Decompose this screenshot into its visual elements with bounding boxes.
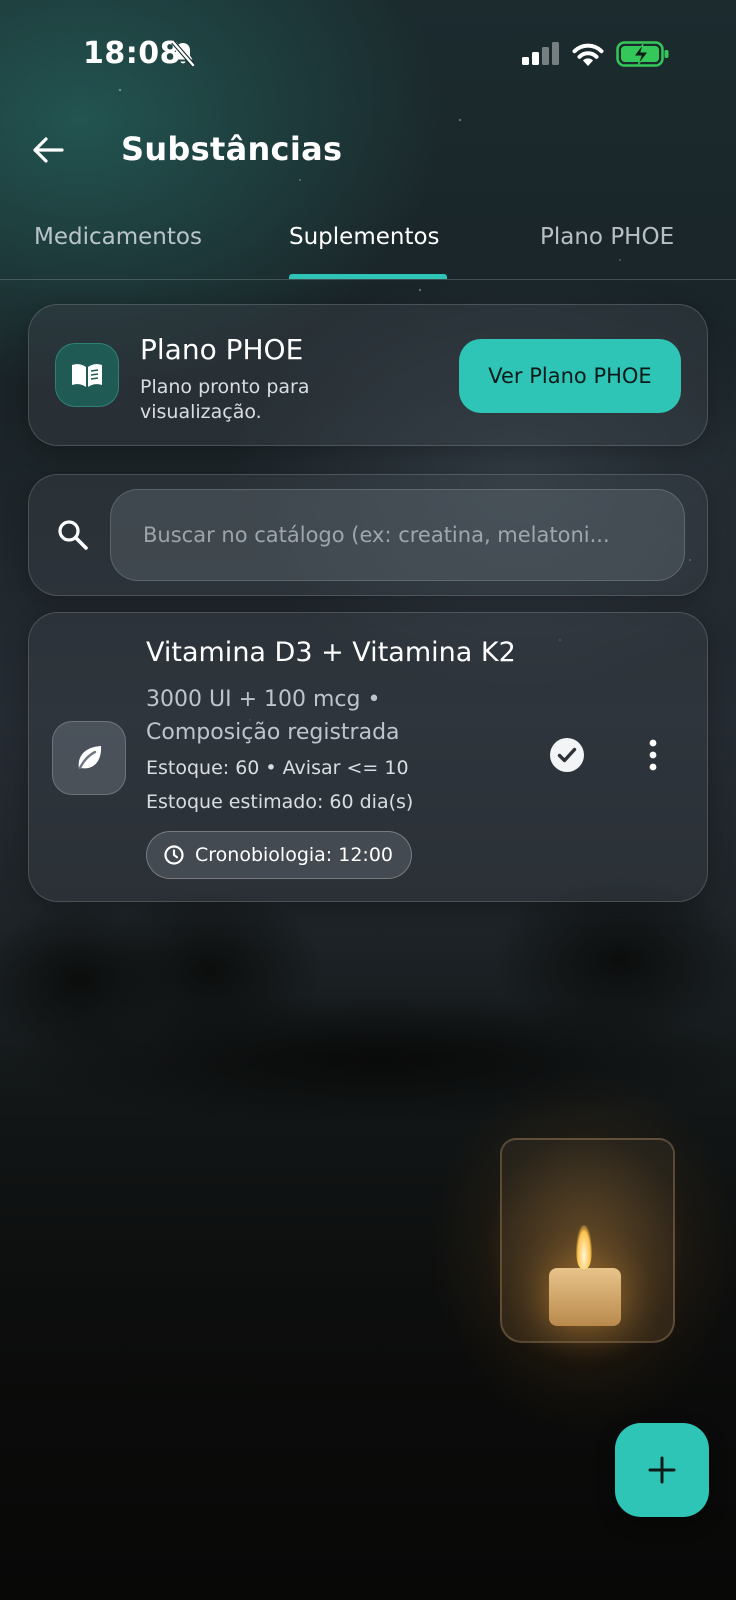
more-vertical-icon [649,739,657,771]
plan-subtitle: Plano pronto para visualização. [140,376,310,423]
signal-icon [520,42,560,66]
check-circle-icon [550,738,584,772]
plan-card: Plano PHOE Plano pronto para visualizaçã… [28,304,708,446]
add-substance-button[interactable] [615,1423,709,1517]
clock-icon [164,845,184,865]
candle-image [549,1268,621,1326]
supplement-item-card[interactable]: Vitamina D3 + Vitamina K2 3000 UI + 100 … [28,612,708,902]
item-stock: Estoque: 60 • Avisar <= 10 [146,757,409,779]
leaf-icon [52,721,126,795]
bell-off-icon [170,40,196,68]
view-plan-button[interactable]: Ver Plano PHOE [459,339,681,413]
more-options-button[interactable] [643,735,663,775]
tab-medicamentos[interactable]: Medicamentos [34,224,202,250]
search-card [28,474,708,596]
candle-flame-image [576,1225,592,1269]
item-stock-estimate: Estoque estimado: 60 dia(s) [146,791,414,813]
item-dose: 3000 UI + 100 mcg • Composição registrad… [146,687,400,745]
plus-icon [648,1456,676,1484]
chronobiology-label: Cronobiologia: 12:00 [195,844,393,866]
active-tab-indicator [289,274,447,279]
search-icon [55,517,91,553]
taken-check-button[interactable] [549,737,585,773]
arrow-left-icon [33,137,64,163]
item-title: Vitamina D3 + Vitamina K2 [146,637,516,668]
status-bar: 18:08 [0,0,736,110]
battery-charging-icon [616,40,670,68]
page-title: Substâncias [121,130,343,168]
search-input[interactable] [110,489,685,581]
chronobiology-chip: Cronobiologia: 12:00 [146,831,412,879]
book-icon [55,343,119,407]
tab-suplementos[interactable]: Suplementos [289,224,440,250]
status-time: 18:08 [83,36,181,71]
back-button[interactable] [28,130,68,170]
plan-title: Plano PHOE [140,333,304,366]
wifi-icon [570,40,606,68]
tab-plano-phoe[interactable]: Plano PHOE [540,224,674,250]
tab-bar: Medicamentos Suplementos Plano PHOE [0,210,736,280]
